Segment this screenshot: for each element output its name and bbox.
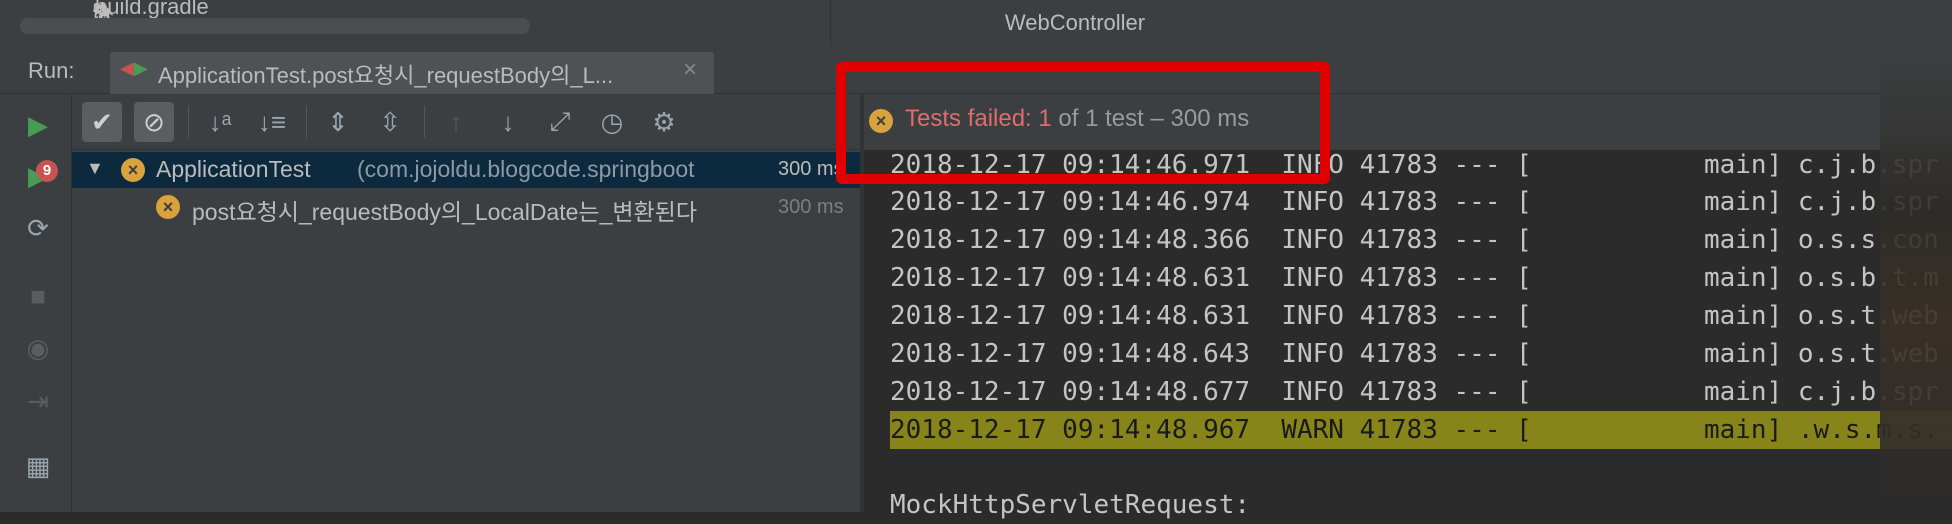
toolbar-separator: [424, 106, 425, 138]
test-class-package: (com.jojoldu.blogcode.springboot: [357, 156, 695, 182]
toggle-auto-test-icon[interactable]: ⟳: [20, 210, 56, 246]
console-line: 2018-12-17 09:14:48.677 INFO 41783 --- […: [890, 377, 1939, 407]
test-history-icon[interactable]: ◷: [592, 102, 632, 142]
collapse-all-icon[interactable]: ⇳: [370, 102, 410, 142]
test-failed-icon: ×: [121, 158, 145, 182]
test-method-failed-icon: ×: [156, 195, 180, 219]
project-file-build-gradle[interactable]: build.gradle: [95, 0, 209, 20]
editor-tab-title[interactable]: WebController: [830, 0, 1320, 46]
annotation-highlight-box: [836, 62, 1330, 184]
run-label: Run:: [28, 58, 75, 83]
console-line: 2018-12-17 09:14:48.366 INFO 41783 --- […: [890, 225, 1939, 255]
console-line: MockHttpServletRequest:: [890, 490, 1251, 520]
exit-icon[interactable]: ⇥: [20, 383, 56, 419]
previous-failed-icon[interactable]: ↑: [436, 102, 476, 142]
next-failed-icon[interactable]: ↓: [488, 102, 528, 142]
console-line: 2018-12-17 09:14:46.974 INFO 41783 --- […: [890, 187, 1939, 217]
show-ignored-icon[interactable]: ⊘: [134, 102, 174, 142]
console-line: 2018-12-17 09:14:48.631 INFO 41783 --- […: [890, 263, 1939, 293]
test-method-name[interactable]: post요청시_requestBody의_LocalDate는_변환된다: [192, 193, 697, 227]
run-config-tab-label: ApplicationTest.post요청시_requestBody의_L..…: [158, 63, 614, 88]
stop-icon[interactable]: ■: [20, 278, 56, 314]
horizontal-scrollbar[interactable]: [20, 18, 530, 34]
test-method-duration: 300 ms: [778, 196, 844, 218]
test-config-icon: ◀▶: [120, 58, 148, 78]
test-class-name[interactable]: ApplicationTest: [156, 156, 311, 183]
toolbar-separator: [188, 106, 189, 138]
export-results-icon[interactable]: ⤢: [540, 102, 580, 142]
console-line-warn: 2018-12-17 09:14:48.967 WARN 41783 --- […: [890, 411, 1952, 449]
toolbar-separator: [306, 106, 307, 138]
background-image-sliver: [1880, 46, 1952, 512]
failed-count-badge: 9: [36, 160, 58, 182]
console-line: 2018-12-17 09:14:48.631 INFO 41783 --- […: [890, 301, 1939, 331]
camera-icon[interactable]: ◉: [20, 330, 56, 366]
layout-icon[interactable]: ▦: [20, 448, 56, 484]
expand-toggle-icon[interactable]: ▼: [86, 158, 104, 179]
rerun-icon[interactable]: ▶: [20, 107, 56, 143]
sort-by-duration-icon[interactable]: ↓≡: [252, 102, 292, 142]
expand-all-icon[interactable]: ⇕: [318, 102, 358, 142]
settings-gear-icon[interactable]: ⚙: [644, 102, 684, 142]
close-tab-icon[interactable]: ×: [683, 56, 697, 84]
show-passed-icon[interactable]: ✔: [82, 102, 122, 142]
console-line: 2018-12-17 09:14:48.643 INFO 41783 --- […: [890, 339, 1939, 369]
sort-alphabetically-icon[interactable]: ↓ᵃ: [200, 102, 240, 142]
